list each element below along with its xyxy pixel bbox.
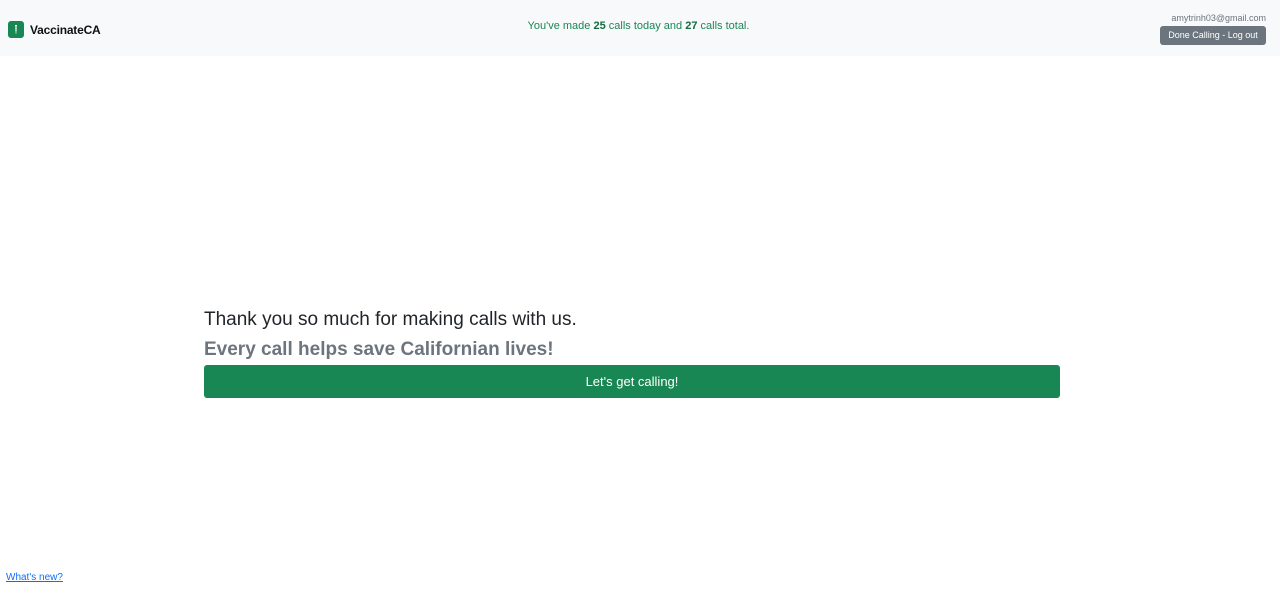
user-email: amytrinh03@gmail.com (1171, 13, 1266, 23)
whats-new-link[interactable]: What's new? (6, 572, 63, 583)
calls-total-count: 27 (685, 20, 698, 32)
stats-prefix: You've made (527, 20, 594, 32)
logout-button[interactable]: Done Calling - Log out (1160, 26, 1266, 45)
stats-suffix: calls total. (697, 20, 750, 32)
page-title: Thank you so much for making calls with … (204, 309, 577, 330)
start-calling-button[interactable]: Let's get calling! (204, 365, 1060, 398)
calls-today-count: 25 (593, 20, 606, 32)
stats-middle: calls today and (605, 20, 686, 32)
top-navbar: VaccinateCA You've made 25 calls today a… (0, 0, 1280, 56)
call-stats: You've made 25 calls today and 27 calls … (0, 20, 1277, 32)
page-subtitle: Every call helps save Californian lives! (204, 339, 554, 360)
main-content: Thank you so much for making calls with … (204, 308, 1060, 398)
